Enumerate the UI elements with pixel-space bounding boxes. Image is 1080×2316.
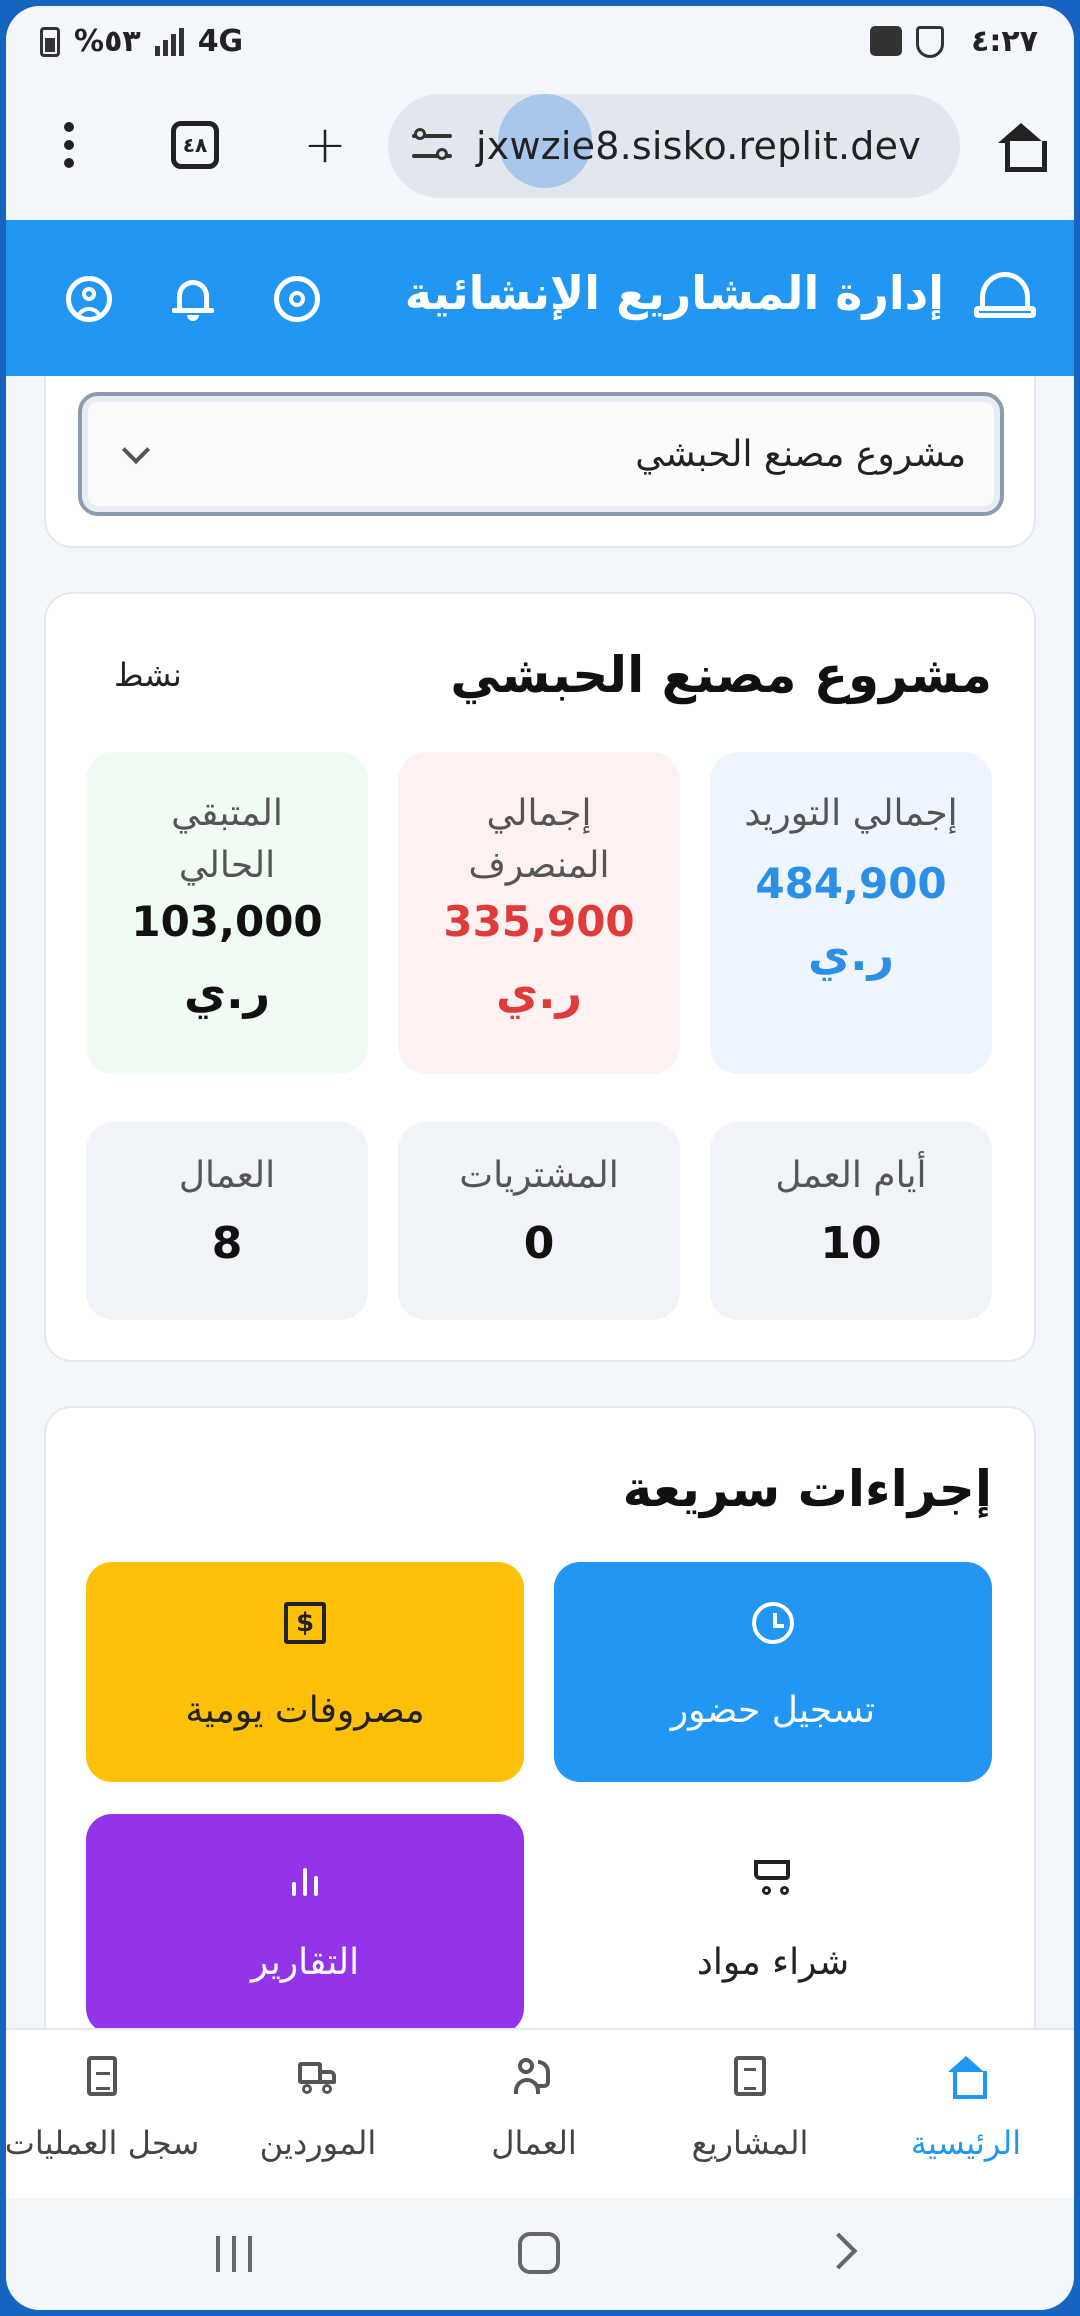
- status-bar: %٥٣ 4G ٤:٢٧: [6, 6, 1074, 80]
- back-icon[interactable]: [820, 2232, 858, 2270]
- project-selector-card: مشروع مصنع الحبشي: [44, 376, 1036, 548]
- browser-toolbar: ٤٨ + jxwzie8.sisko.replit.dev: [6, 80, 1074, 220]
- system-navigation: [6, 2198, 1074, 2310]
- main-content: مشروع مصنع الحبشي مشروع مصنع الحبشي نشط …: [6, 376, 1074, 2028]
- home-icon: [946, 2056, 987, 2099]
- gallery-icon: [870, 26, 902, 56]
- count-value: 0: [523, 1218, 555, 1269]
- tab-count: ٤٨: [171, 121, 219, 169]
- project-name: مشروع مصنع الحبشي: [450, 646, 992, 704]
- site-settings-icon[interactable]: [412, 128, 452, 164]
- nav-label: العمال: [491, 2124, 577, 2162]
- action-label: مصروفات يومية: [185, 1690, 425, 1731]
- file-icon: [87, 2056, 117, 2096]
- building-icon: [734, 2056, 766, 2096]
- stat-label: إجمالي التوريد: [744, 793, 958, 834]
- battery-icon: [40, 26, 60, 57]
- action-label: تسجيل حضور: [670, 1690, 876, 1731]
- stat-label: المتبقي الحالي: [171, 793, 283, 886]
- count-workers: العمال 8: [86, 1122, 368, 1320]
- nav-suppliers[interactable]: الموردين: [210, 2056, 426, 2162]
- nav-operations-log[interactable]: سجل العمليات: [6, 2056, 210, 2162]
- daily-expenses-button[interactable]: $ مصروفات يومية: [86, 1562, 524, 1782]
- project-summary-card: مشروع مصنع الحبشي نشط إجمالي التوريد 484…: [44, 592, 1036, 1362]
- purchase-materials-button[interactable]: شراء مواد: [554, 1814, 992, 2028]
- tabs-button[interactable]: ٤٨: [160, 110, 230, 180]
- nav-label: المشاريع: [691, 2124, 809, 2162]
- stat-label: إجمالي المنصرف: [468, 793, 610, 886]
- shield-icon: [916, 26, 944, 58]
- url-text: jxwzie8.sisko.replit.dev: [476, 124, 921, 168]
- project-select[interactable]: مشروع مصنع الحبشي: [78, 392, 1004, 516]
- quick-actions-title: إجراءات سريعة: [622, 1460, 992, 1518]
- stat-currency: ر.ي: [495, 965, 583, 1019]
- profile-icon[interactable]: [66, 276, 112, 322]
- stat-value: 335,900: [443, 897, 635, 946]
- stat-total-spent: إجمالي المنصرف 335,900 ر.ي: [398, 752, 680, 1074]
- signal-icon: [154, 27, 184, 56]
- nav-projects[interactable]: المشاريع: [642, 2056, 858, 2162]
- action-label: شراء مواد: [696, 1942, 850, 1983]
- count-label: المشتريات: [459, 1155, 619, 1196]
- stat-remaining: المتبقي الحالي 103,000 ر.ي: [86, 752, 368, 1074]
- action-label: التقارير: [250, 1942, 360, 1983]
- home-icon: [998, 123, 1047, 172]
- system-home-icon[interactable]: [518, 2232, 560, 2274]
- nav-workers[interactable]: العمال: [426, 2056, 642, 2162]
- status-icons: [870, 26, 944, 58]
- status-left: %٥٣ 4G: [40, 24, 243, 59]
- browser-home-button[interactable]: [986, 110, 1056, 180]
- stat-currency: ر.ي: [183, 965, 271, 1019]
- stat-value: 103,000: [131, 897, 323, 946]
- selected-project: مشروع مصنع الحبشي: [635, 434, 966, 475]
- stat-currency: ر.ي: [807, 927, 895, 981]
- count-value: 8: [211, 1218, 243, 1269]
- app-title: إدارة المشاريع الإنشائية: [404, 266, 944, 320]
- users-icon: [514, 2056, 554, 2096]
- reports-button[interactable]: التقارير: [86, 1814, 524, 2028]
- bottom-navigation: الرئيسية المشاريع العمال الموردين سجل ال…: [6, 2028, 1074, 2198]
- truck-icon: [298, 2056, 338, 2096]
- stat-total-supply: إجمالي التوريد 484,900 ر.ي: [710, 752, 992, 1074]
- quick-actions-card: إجراءات سريعة تسجيل حضور $ مصروفات يومية…: [44, 1406, 1036, 2028]
- network-type: 4G: [197, 24, 244, 59]
- count-label: العمال: [178, 1155, 276, 1196]
- battery-level: %٥٣: [74, 24, 141, 59]
- browser-menu-icon[interactable]: [34, 110, 104, 180]
- receipt-icon: $: [284, 1602, 326, 1644]
- notifications-icon[interactable]: [170, 276, 216, 322]
- new-tab-button[interactable]: +: [290, 110, 360, 180]
- stat-value: 484,900: [755, 859, 947, 908]
- helmet-icon: [974, 272, 1036, 322]
- attendance-button[interactable]: تسجيل حضور: [554, 1562, 992, 1782]
- clock-icon: [752, 1602, 794, 1644]
- app-header: إدارة المشاريع الإنشائية: [6, 220, 1074, 376]
- address-bar[interactable]: jxwzie8.sisko.replit.dev: [388, 94, 960, 198]
- clock-time: ٤:٢٧: [971, 24, 1038, 59]
- count-label: أيام العمل: [775, 1155, 927, 1196]
- count-purchases: المشتريات 0: [398, 1122, 680, 1320]
- settings-icon[interactable]: [274, 276, 320, 322]
- bar-chart-icon: [284, 1854, 326, 1896]
- status-badge: نشط: [114, 656, 182, 694]
- recent-apps-icon[interactable]: [216, 2236, 252, 2272]
- nav-label: الرئيسية: [910, 2124, 1022, 2162]
- cart-icon: [752, 1854, 794, 1896]
- count-work-days: أيام العمل 10: [710, 1122, 992, 1320]
- nav-home[interactable]: الرئيسية: [858, 2056, 1074, 2162]
- count-value: 10: [820, 1218, 882, 1269]
- nav-label: الموردين: [259, 2124, 377, 2162]
- device-screen: %٥٣ 4G ٤:٢٧ ٤٨ + jxwzie8.sisko.replit.de…: [6, 6, 1074, 2310]
- nav-label: سجل العمليات: [6, 2124, 200, 2162]
